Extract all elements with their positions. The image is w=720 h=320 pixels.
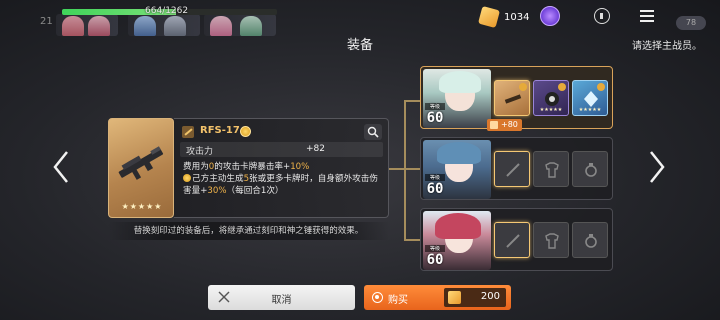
level-badge: 等级 60: [425, 174, 445, 197]
coin-icon: [240, 126, 251, 137]
accessory-slot[interactable]: [572, 151, 608, 187]
team-portrait-strip-3: [204, 14, 276, 36]
gun-icon: [504, 94, 522, 104]
purple-orb-icon[interactable]: [540, 6, 560, 26]
replace-note: 替换刻印过的装备后，将继承通过刻印和神之锤获得的效果。: [108, 222, 389, 240]
connector-line: [404, 239, 420, 241]
power-delta-badge: +80: [487, 119, 522, 131]
ring-icon: [585, 234, 597, 248]
weapon-slot[interactable]: [494, 222, 530, 258]
connector-line: [404, 168, 420, 170]
hint-text: 请选择主战员。: [632, 41, 702, 52]
weapon-slot[interactable]: [494, 80, 530, 116]
crystal-icon: [584, 91, 598, 107]
currency-value: 1034: [504, 11, 530, 23]
connector-line: [389, 168, 405, 170]
price-value: 200: [480, 291, 500, 302]
prev-arrow-icon[interactable]: [52, 150, 70, 184]
connector-line: [404, 100, 420, 102]
sword-icon: [506, 163, 520, 177]
buy-button[interactable]: 购买 200: [364, 285, 511, 310]
stage-number: 21: [40, 16, 53, 27]
armor-icon: [545, 162, 559, 178]
stat-label: 攻击力: [186, 147, 214, 157]
buy-label: 购买: [388, 295, 408, 306]
accessory-slot[interactable]: [572, 222, 608, 258]
armor-slot[interactable]: [533, 222, 569, 258]
item-detail-panel: RFS-17 攻击力 +82 费用为0的攻击卡牌暴击率+10% 己方主动生成5张…: [174, 118, 389, 218]
confirm-ring-icon: [372, 292, 383, 303]
level-badge: 等级 60: [425, 245, 445, 268]
team-portrait-strip-2: [128, 14, 200, 36]
stat-value: +82: [306, 144, 325, 154]
cancel-label: 取消: [271, 295, 292, 306]
armor-icon: [545, 92, 559, 106]
currency-display[interactable]: 1034: [477, 5, 530, 29]
team-portrait-strip-1: [56, 14, 118, 36]
next-arrow-icon[interactable]: [648, 150, 666, 184]
armor-slot[interactable]: [533, 151, 569, 187]
level-badge: 等级 60: [425, 103, 445, 126]
search-icon: [367, 126, 379, 138]
cancel-button[interactable]: 取消: [208, 285, 355, 310]
armor-slot[interactable]: ★★★★★: [533, 80, 569, 116]
gem-icon: [477, 5, 501, 29]
lock-icon[interactable]: [594, 8, 610, 24]
rarity-stars: ★★★★★: [121, 202, 163, 211]
price-box: 200: [444, 288, 506, 307]
gun-icon: [118, 146, 164, 180]
item-effect-text: 费用为0的攻击卡牌暴击率+10% 己方主动生成5张或更多卡牌时，自身额外攻击伤害…: [183, 162, 378, 196]
item-name: RFS-17: [200, 125, 240, 136]
page-title: 装备: [346, 38, 373, 53]
armor-icon: [545, 233, 559, 249]
weapon-type-icon: [182, 126, 194, 138]
corner-badge: 78: [676, 16, 706, 30]
hp-text: 664/1262: [145, 6, 189, 16]
item-image: ★★★★★: [108, 118, 174, 218]
character-card-3[interactable]: 等级 60: [420, 208, 613, 271]
accessory-slot[interactable]: ★★★★★: [572, 80, 608, 116]
menu-icon[interactable]: [640, 10, 654, 22]
gem-icon: [448, 291, 461, 304]
sword-icon: [506, 234, 520, 248]
ring-icon: [585, 163, 597, 177]
character-card-2[interactable]: 等级 60: [420, 137, 613, 200]
weapon-slot[interactable]: [494, 151, 530, 187]
stat-row: 攻击力 +82: [180, 142, 383, 157]
connector-line: [404, 100, 406, 240]
coin-icon: [183, 174, 191, 182]
search-button[interactable]: [364, 124, 382, 140]
